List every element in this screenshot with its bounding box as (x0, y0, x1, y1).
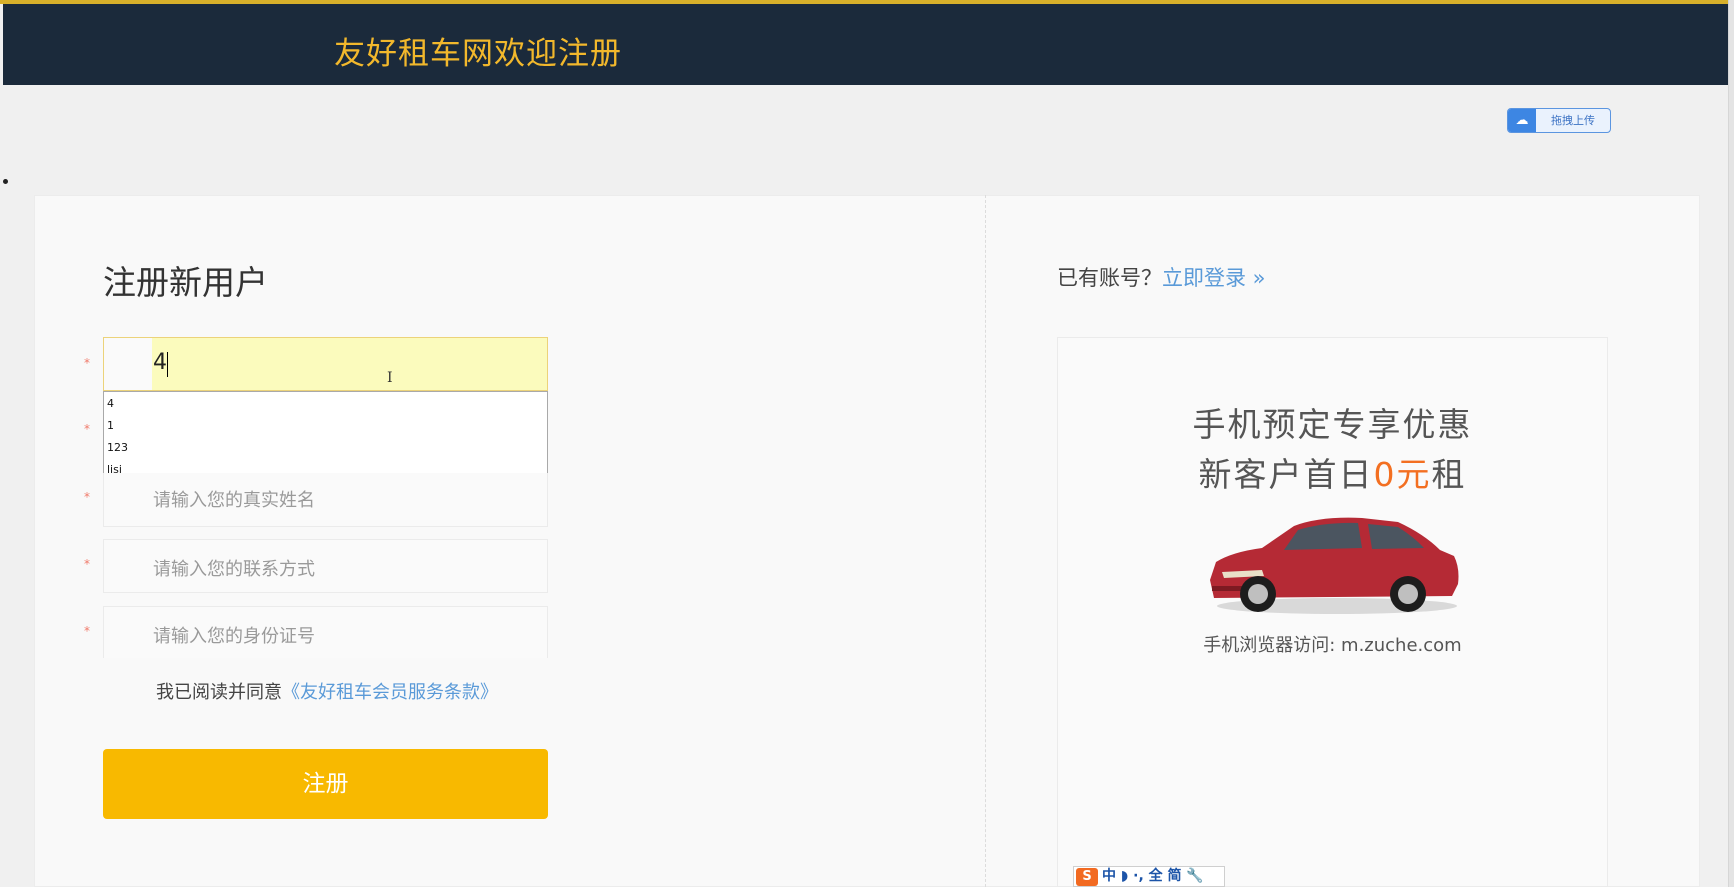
promo-subheadline: 新客户首日0元租 (1058, 448, 1607, 496)
mobile-promo-card: 手机预定专享优惠 新客户首日0元租 手机浏览器访问: m.zuche.com (1057, 337, 1608, 887)
contact-input[interactable]: 请输入您的联系方式 (103, 539, 548, 593)
drag-upload-label: 拖拽上传 (1551, 114, 1595, 127)
username-input[interactable]: 4 (103, 337, 548, 391)
login-link[interactable]: 立即登录 » (1162, 266, 1266, 290)
mobile-url-text: 手机浏览器访问: m.zuche.com (1203, 635, 1462, 656)
idcard-input[interactable]: 请输入您的身份证号 (103, 606, 548, 658)
field-left-pad (104, 338, 152, 390)
ime-toolbar[interactable]: S 中 ◗ ·, 全 简 🔧 (1073, 866, 1225, 887)
promo-suffix: 租 (1431, 455, 1467, 494)
register-button[interactable]: 注册 (103, 749, 548, 819)
ime-toolbar-items[interactable]: 中 ◗ ·, 全 简 🔧 (1102, 867, 1204, 886)
drag-upload-button[interactable]: ☁ 拖拽上传 (1507, 108, 1611, 133)
sogou-logo-icon: S (1076, 868, 1098, 886)
terms-link[interactable]: 《友好租车会员服务条款》 (282, 682, 498, 703)
login-prompt: 已有账号？立即登录 » (1057, 262, 1266, 292)
autocomplete-dropdown[interactable]: 4 1 123 lisi (103, 391, 548, 483)
terms-agreement: 我已阅读并同意《友好租车会员服务条款》 (156, 678, 498, 704)
promo-headline: 手机预定专享优惠 (1192, 405, 1473, 444)
contact-placeholder: 请输入您的联系方式 (153, 559, 315, 580)
car-illustration (1210, 517, 1459, 614)
autocomplete-option[interactable]: 123 (107, 441, 128, 454)
required-mark: * (84, 490, 90, 504)
cloud-icon: ☁ (1508, 109, 1536, 132)
autocomplete-option[interactable]: 1 (107, 419, 114, 432)
username-value: 4 (153, 350, 167, 375)
scrollbar[interactable] (1728, 0, 1734, 887)
agree-text: 我已阅读并同意 (156, 682, 282, 703)
required-mark: * (84, 624, 90, 638)
idcard-placeholder: 请输入您的身份证号 (153, 626, 315, 647)
text-caret (167, 352, 168, 377)
list-bullet (3, 179, 8, 184)
panel-divider (985, 195, 986, 887)
login-prompt-text: 已有账号？ (1057, 266, 1162, 290)
promo-highlight: 0元 (1373, 455, 1432, 494)
ibeam-cursor-icon: I (387, 370, 393, 386)
header-title: 友好租车网欢迎注册 (334, 36, 622, 72)
register-title: 注册新用户 (103, 263, 268, 302)
page-header: 友好租车网欢迎注册 (3, 4, 1734, 85)
realname-input[interactable]: 请输入您的真实姓名 (103, 473, 548, 527)
promo-prefix: 新客户首日 (1198, 455, 1374, 494)
autocomplete-option[interactable]: 4 (107, 397, 114, 410)
required-mark: * (84, 557, 90, 571)
required-mark: * (84, 422, 90, 436)
realname-placeholder: 请输入您的真实姓名 (153, 490, 315, 511)
required-mark: * (84, 356, 90, 370)
